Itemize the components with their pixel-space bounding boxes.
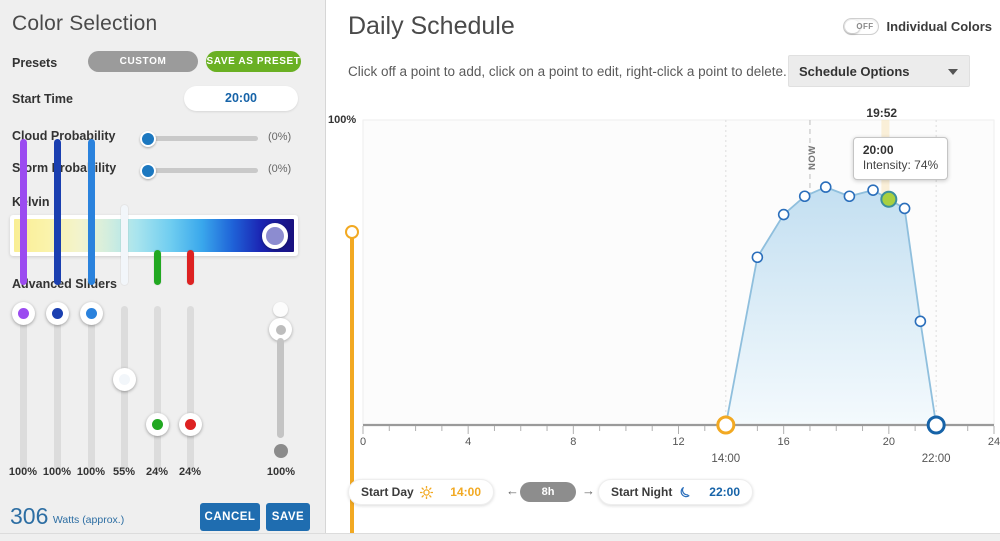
individual-colors-toggle-group[interactable]: OFF Individual Colors: [842, 18, 992, 35]
start-night-label: Start Night: [611, 485, 673, 499]
slider-track: [154, 306, 161, 470]
slider-fill: [54, 139, 61, 285]
presets-label: Presets: [12, 56, 58, 70]
schedule-options-label: Schedule Options: [799, 63, 910, 79]
slider-knob-dot: [152, 418, 163, 430]
individual-colors-toggle[interactable]: OFF: [842, 18, 879, 35]
start-night-value[interactable]: 22:00: [709, 485, 740, 499]
now-marker-label: NOW: [806, 145, 818, 170]
kelvin-label: Kelvin: [12, 195, 50, 209]
slider-knob[interactable]: [46, 302, 69, 325]
start-day-label: Start Day: [361, 485, 414, 499]
start-day-control[interactable]: Start Day 14:00: [348, 479, 494, 505]
day-duration-pill[interactable]: 8h: [520, 482, 576, 502]
x-axis-tick-label: 8: [570, 436, 577, 448]
x-axis-tick-label: 20: [882, 436, 895, 448]
advanced-sliders-label: Advanced Sliders: [12, 277, 117, 291]
current-time-label: 19:52: [866, 106, 898, 120]
slider-knob-dot: [18, 308, 29, 319]
schedule-options-dropdown[interactable]: Schedule Options: [788, 55, 970, 87]
wattage-unit: Watts (approx.): [52, 514, 125, 526]
slider-knob[interactable]: [140, 163, 156, 179]
tooltip-intensity: Intensity: 74%: [862, 158, 939, 173]
save-button[interactable]: SAVE: [266, 503, 310, 531]
app-root: Color Selection Presets CUSTOM SAVE AS P…: [0, 0, 1000, 541]
slider-track: [187, 306, 194, 470]
slider-fill: [88, 139, 95, 285]
color-selection-panel: Color Selection Presets CUSTOM SAVE AS P…: [0, 0, 326, 541]
storm-probability-label: Storm Probability: [12, 161, 117, 175]
x-axis-tick-label: 24: [987, 436, 1000, 448]
sun-icon: [419, 485, 433, 499]
kelvin-knob[interactable]: [262, 222, 288, 249]
schedule-hint-text: Click off a point to add, click on a poi…: [348, 64, 787, 79]
x-axis-tick-label: 12: [672, 436, 685, 448]
individual-colors-label: Individual Colors: [886, 19, 992, 34]
moon-icon: [680, 486, 690, 497]
x-axis-marker-label: 22:00: [921, 453, 951, 465]
slider-fill: [187, 249, 194, 285]
slider-knob[interactable]: [179, 412, 202, 436]
toggle-state-label: OFF: [856, 22, 874, 31]
preset-custom-button[interactable]: CUSTOM: [88, 51, 198, 72]
cloud-probability-label: Cloud Probability: [12, 129, 116, 143]
slider-knob-dot: [86, 308, 97, 319]
slider-knob[interactable]: [146, 412, 169, 436]
start-time-input[interactable]: 20:00: [184, 86, 298, 111]
slider-knob-dot: [119, 373, 130, 385]
cloud-probability-value: (0%): [268, 131, 292, 143]
x-axis-tick-label: 16: [777, 436, 790, 448]
start-time-label: Start Time: [12, 92, 73, 106]
cancel-button[interactable]: CANCEL: [200, 503, 260, 531]
slider-knob-dot: [52, 308, 63, 319]
master-intensity-slider[interactable]: 100%: [264, 298, 298, 483]
x-axis-tick-label: 0: [359, 436, 367, 448]
wattage-number: 306: [10, 503, 49, 529]
storm-probability-slider[interactable]: [140, 160, 258, 180]
slider-fill: [154, 249, 161, 285]
save-as-preset-button[interactable]: SAVE AS PRESET: [206, 51, 301, 72]
window-bottom-strip: [0, 533, 1000, 541]
slider-track: [140, 168, 258, 173]
start-night-control[interactable]: Start Night 22:00: [598, 479, 753, 505]
arrow-left-icon: ←: [506, 483, 519, 498]
wattage-readout: 306 Watts (approx.): [10, 503, 124, 530]
tooltip-time: 20:00: [862, 143, 894, 158]
slider-knob[interactable]: [12, 302, 35, 325]
x-axis-tick-label: 4: [465, 436, 472, 448]
slider-fill: [121, 204, 128, 285]
start-day-value[interactable]: 14:00: [450, 485, 481, 499]
page-title: Daily Schedule: [348, 12, 515, 40]
master-slider-track: [277, 338, 284, 438]
chevron-down-icon: [948, 69, 958, 75]
advanced-slider-value: 24%: [178, 466, 202, 478]
bulb-indicator-icon: [273, 302, 288, 317]
slider-knob[interactable]: [140, 131, 156, 147]
storm-probability-value: (0%): [268, 163, 292, 175]
slider-track: [140, 136, 258, 141]
arrow-right-icon: →: [582, 483, 595, 498]
day-night-bar: Start Day 14:00 ← 8h → Start Night 22:00: [326, 475, 1000, 515]
slider-track: [54, 306, 61, 470]
slider-fill: [20, 139, 27, 285]
slider-knob-dot: [185, 418, 196, 430]
panel-title: Color Selection: [12, 12, 158, 35]
x-axis-marker-label: 14:00: [711, 453, 741, 465]
slider-knob[interactable]: [80, 302, 103, 325]
cloud-probability-slider[interactable]: [140, 128, 258, 148]
slider-track: [88, 306, 95, 470]
schedule-chart[interactable]: 100% NOW 19:52 20:00 Intensity: 74% 0481…: [326, 104, 1000, 541]
daily-schedule-panel: Daily Schedule Click off a point to add,…: [326, 0, 1000, 541]
slider-track: [20, 306, 27, 470]
point-tooltip: 20:00 Intensity: 74%: [852, 137, 949, 181]
slider-knob[interactable]: [113, 367, 136, 391]
master-slider-dot-icon: [274, 444, 288, 458]
master-slider-value: 100%: [266, 466, 296, 478]
